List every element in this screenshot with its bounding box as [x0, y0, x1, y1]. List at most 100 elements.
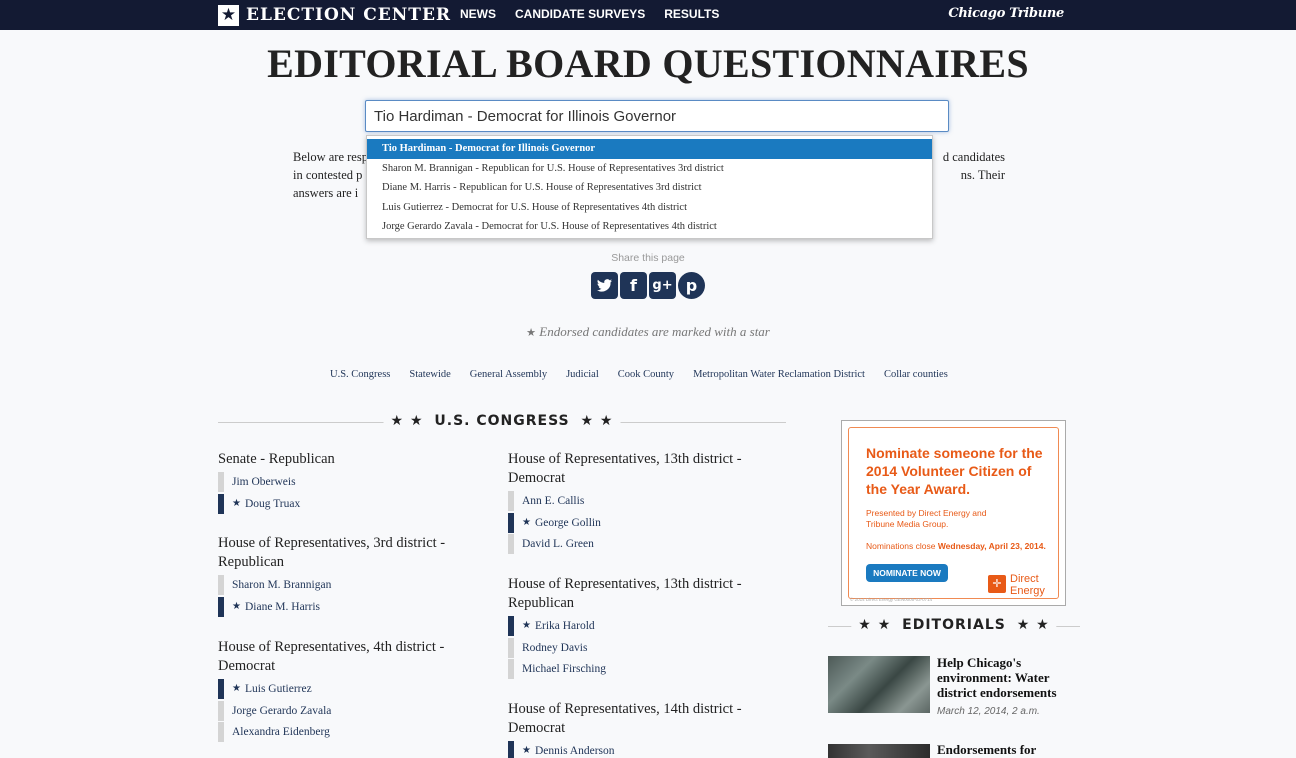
- candidate-link[interactable]: Michael Firsching: [508, 659, 770, 679]
- candidate-link[interactable]: Rodney Davis: [508, 637, 770, 658]
- intro-line-2-end: ns. Their: [960, 168, 1005, 182]
- star-icon: ★ ★: [1016, 617, 1050, 633]
- brand-logo[interactable]: ★ ELECTION CENTER: [218, 4, 451, 26]
- facebook-icon[interactable]: f: [620, 272, 647, 299]
- candidate-name: Doug Truax: [244, 497, 301, 510]
- candidate-name: Michael Firsching: [522, 663, 606, 675]
- candidate-name: Luis Gutierrez: [244, 683, 312, 695]
- autocomplete-option[interactable]: Diane M. Harris - Republican for U.S. Ho…: [367, 178, 932, 198]
- candidate-link[interactable]: David L. Green: [508, 534, 770, 554]
- candidate-link[interactable]: Alexandra Eidenberg: [218, 722, 480, 742]
- star-icon: ★: [522, 620, 531, 631]
- candidate-link[interactable]: Jim Oberweis: [218, 472, 480, 492]
- editorial-thumbnail[interactable]: [828, 744, 930, 758]
- section-link-judicial[interactable]: Judicial: [566, 369, 599, 380]
- intro-line-1-start: Below are resp: [293, 150, 368, 164]
- direct-energy-logo-icon: ✛: [988, 575, 1006, 593]
- ad-subtext: Presented by Direct Energy and Tribune M…: [866, 508, 987, 529]
- candidate-link[interactable]: ★ Luis Gutierrez: [218, 679, 480, 699]
- race-house-13th-democrat: House of Representatives, 13th district …: [508, 450, 770, 556]
- star-icon: ★: [218, 4, 239, 26]
- race-title: House of Representatives, 4th district -…: [218, 639, 445, 674]
- editorial-title[interactable]: Help Chicago's environment: Water distri…: [937, 655, 1079, 700]
- candidate-link[interactable]: ★ Dennis Anderson: [508, 741, 770, 758]
- brand-name: ELECTION CENTER: [246, 5, 452, 25]
- editorial-title[interactable]: Endorsements for: [937, 742, 1079, 757]
- ad-deadline-prefix: Nominations close: [866, 541, 938, 551]
- section-nav: U.S. Congress Statewide General Assembly…: [330, 369, 967, 380]
- star-icon: ★: [526, 326, 536, 339]
- intro-line-1-end: d candidates: [942, 150, 1005, 164]
- star-icon: ★: [522, 516, 531, 528]
- candidate-name: Jim Oberweis: [232, 476, 296, 488]
- nominate-now-button[interactable]: NOMINATE NOW: [866, 564, 948, 582]
- candidate-name: Erika Harold: [534, 620, 595, 632]
- candidate-link[interactable]: ★ Doug Truax: [218, 493, 480, 514]
- autocomplete-option[interactable]: Luis Gutierrez - Democrat for U.S. House…: [367, 198, 932, 218]
- section-link-general-assembly[interactable]: General Assembly: [470, 369, 547, 380]
- candidate-link[interactable]: Jorge Gerardo Zavala: [218, 700, 480, 721]
- candidate-name: Ann E. Callis: [522, 495, 585, 507]
- candidate-link[interactable]: ★ Erika Harold: [508, 616, 770, 636]
- candidate-search-input[interactable]: [365, 100, 949, 132]
- candidate-name: Alexandra Eidenberg: [232, 726, 330, 738]
- star-icon: ★: [522, 745, 531, 756]
- star-icon: ★: [232, 497, 241, 509]
- candidate-name: David L. Green: [522, 538, 594, 550]
- race-title: Senate - Republican: [218, 451, 335, 467]
- editorials-heading: ★ ★ EDITORIALS ★ ★: [828, 617, 1080, 637]
- volunteer-award-ad[interactable]: Nominate someone for the 2014 Volunteer …: [841, 420, 1066, 606]
- nav-news[interactable]: NEWS: [460, 7, 496, 21]
- star-icon: ★: [232, 600, 241, 612]
- editorial-thumbnail[interactable]: [828, 656, 930, 713]
- star-icon: ★: [232, 683, 241, 694]
- intro-line-3-start: answers are i: [293, 186, 359, 200]
- candidate-link[interactable]: ★ George Gollin: [508, 512, 770, 533]
- ad-headline: Nominate someone for the 2014 Volunteer …: [866, 445, 1043, 497]
- race-house-4th-democrat: House of Representatives, 4th district -…: [218, 638, 480, 744]
- race-title: House of Representatives, 14th district …: [508, 701, 742, 736]
- race-house-3rd-republican: House of Representatives, 3rd district -…: [218, 534, 480, 618]
- section-heading: ★ ★ U.S. CONGRESS ★ ★: [218, 413, 786, 433]
- candidate-link[interactable]: Ann E. Callis: [508, 491, 770, 511]
- editorials-title: EDITORIALS: [902, 617, 1006, 633]
- autocomplete-option[interactable]: Jorge Gerardo Zavala - Democrat for U.S.…: [367, 217, 932, 237]
- nav-candidate-surveys[interactable]: CANDIDATE SURVEYS: [515, 7, 645, 21]
- star-icon: ★ ★: [390, 413, 424, 429]
- top-bar: ★ ELECTION CENTER NEWS CANDIDATE SURVEYS…: [0, 0, 1296, 30]
- section-link-water-reclamation[interactable]: Metropolitan Water Reclamation District: [693, 369, 865, 380]
- chicago-tribune-logo[interactable]: Chicago Tribune: [948, 6, 1064, 21]
- race-house-14th-democrat: House of Representatives, 14th district …: [508, 700, 770, 758]
- candidate-link[interactable]: ★ Diane M. Harris: [218, 596, 480, 617]
- endorsement-note: ★ Endorsed candidates are marked with a …: [0, 324, 1296, 340]
- autocomplete-option[interactable]: Sharon M. Brannigan - Republican for U.S…: [367, 159, 932, 179]
- pinterest-icon[interactable]: p: [678, 272, 705, 299]
- star-icon: ★ ★: [580, 413, 614, 429]
- autocomplete-dropdown: Tio Hardiman - Democrat for Illinois Gov…: [366, 135, 933, 239]
- nav-results[interactable]: RESULTS: [664, 7, 719, 21]
- section-link-cook-county[interactable]: Cook County: [618, 369, 674, 380]
- endorsement-note-text: Endorsed candidates are marked with a st…: [539, 324, 770, 339]
- candidate-name: Sharon M. Brannigan: [232, 579, 332, 591]
- google-plus-icon[interactable]: g+: [649, 272, 676, 299]
- star-icon: ★ ★: [858, 617, 892, 633]
- share-buttons: f g+ p: [591, 272, 707, 299]
- twitter-icon[interactable]: [591, 272, 618, 299]
- main-nav: NEWS CANDIDATE SURVEYS RESULTS: [460, 7, 738, 21]
- ad-deadline-date: Wednesday, April 23, 2014.: [937, 541, 1046, 551]
- editorial-date: March 12, 2014, 2 a.m.: [937, 706, 1040, 717]
- section-link-statewide[interactable]: Statewide: [409, 369, 450, 380]
- section-link-collar-counties[interactable]: Collar counties: [884, 369, 948, 380]
- share-label: Share this page: [611, 252, 685, 264]
- race-title: House of Representatives, 3rd district -…: [218, 535, 446, 570]
- ad-deadline: Nominations close Wednesday, April 23, 2…: [866, 541, 1046, 551]
- ad-fine-print: © 2014 Direct Energy GEN0005-03-0714: [850, 597, 933, 602]
- direct-energy-logo: Direct Energy: [1010, 573, 1045, 597]
- section-link-us-congress[interactable]: U.S. Congress: [330, 369, 390, 380]
- page-title: EDITORIAL BOARD QUESTIONNAIRES: [267, 41, 1029, 86]
- race-senate-republican: Senate - Republican Jim Oberweis ★ Doug T…: [218, 450, 480, 515]
- candidate-link[interactable]: Sharon M. Brannigan: [218, 575, 480, 595]
- candidate-name: Jorge Gerardo Zavala: [232, 704, 332, 717]
- autocomplete-option[interactable]: Tio Hardiman - Democrat for Illinois Gov…: [367, 139, 932, 159]
- race-house-13th-republican: House of Representatives, 13th district …: [508, 575, 770, 681]
